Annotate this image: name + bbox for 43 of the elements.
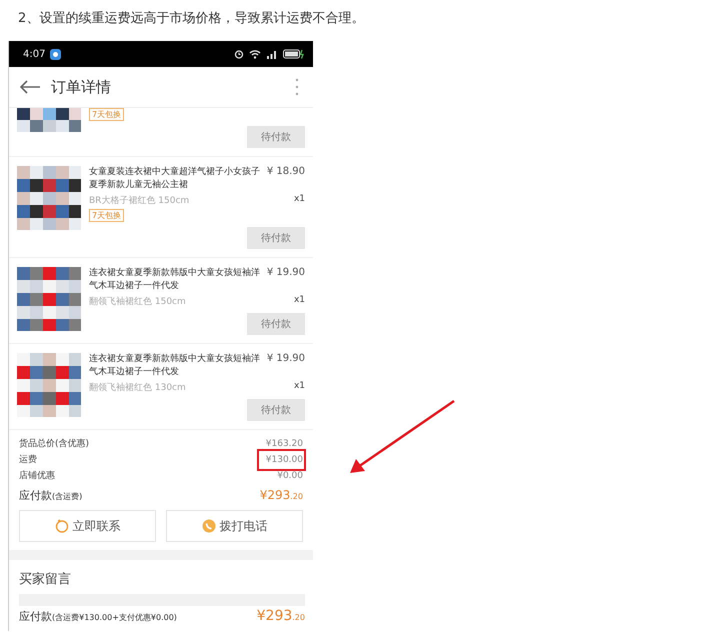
page-title: 订单详情: [51, 78, 111, 96]
ring-icon: [54, 519, 68, 533]
total-label: 应付款(含运费): [19, 488, 82, 503]
buyer-note-title: 买家留言: [19, 572, 71, 587]
app-icon: [50, 48, 62, 60]
contact-button[interactable]: 拨打电话: [166, 510, 303, 542]
status-time: 4:07: [23, 48, 46, 60]
contact-button[interactable]: 立即联系: [19, 510, 156, 542]
product-title[interactable]: 连衣裙女童夏季新款韩版中大童女孩短袖洋气木耳边裙子一件代发: [89, 353, 263, 379]
total-amount: ¥293.20: [260, 488, 303, 502]
summary-label: 店铺优惠: [19, 470, 55, 483]
product-quantity: x1: [294, 295, 305, 307]
footer-total-amount: ¥293.20: [256, 608, 305, 624]
product-price: ¥ 19.90: [266, 353, 305, 366]
pending-payment-button[interactable]: 待付款: [247, 313, 305, 335]
alarm-icon: [234, 49, 244, 59]
product-quantity: x1: [294, 381, 305, 393]
pending-payment-button[interactable]: 待付款: [247, 399, 305, 421]
article-heading: 2、设置的续重运费远高于市场价格，导致累计运费不合理。: [17, 10, 366, 28]
more-icon[interactable]: [295, 78, 299, 96]
summary-label: 运费: [19, 454, 37, 467]
product-spec: 翻领飞袖裙红色 150cm: [89, 296, 186, 308]
return-tag: 7天包换: [89, 209, 124, 222]
summary-label: 货品总价(含优惠): [19, 438, 90, 451]
product-spec: BR大格子裙红色 150cm: [89, 194, 190, 207]
product-spec: 翻领飞袖裙红色 130cm: [89, 382, 186, 394]
footer-total-label: 应付款(含运费¥130.00+支付优惠¥0.00): [19, 609, 177, 624]
product-price: ¥ 19.90: [266, 267, 305, 280]
summary-value: ¥0.00: [277, 470, 303, 483]
summary-value: ¥130.00: [260, 452, 303, 468]
product-title[interactable]: 女童夏装连衣裙中大童超洋气裙子小女孩子夏季新款儿童无袖公主裙: [89, 166, 263, 192]
product-price: ¥ 18.90: [266, 166, 305, 179]
signal-icon: [266, 49, 278, 59]
return-tag: 7天包换: [89, 108, 124, 121]
phone-icon: [202, 519, 216, 533]
pending-payment-button[interactable]: 待付款: [247, 227, 305, 249]
battery-icon: [283, 49, 305, 59]
product-quantity: x1: [294, 194, 305, 206]
back-icon[interactable]: [19, 79, 41, 95]
product-title[interactable]: 连衣裙女童夏季新款韩版中大童女孩短袖洋气木耳边裙子一件代发: [89, 267, 263, 293]
pending-payment-button[interactable]: 待付款: [247, 126, 305, 148]
wifi-icon: [249, 49, 261, 59]
summary-value: ¥163.20: [266, 438, 303, 451]
